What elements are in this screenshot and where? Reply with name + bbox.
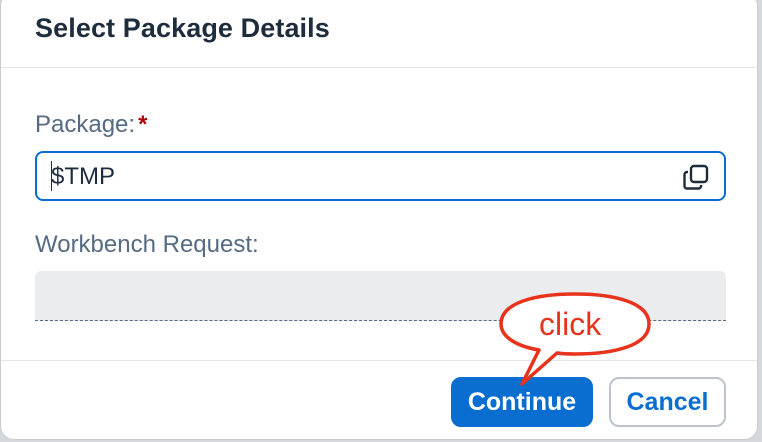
copy-icon[interactable] (682, 163, 710, 191)
package-label: Package: * (35, 111, 147, 139)
package-input-value: $TMP (51, 163, 116, 190)
package-label-text: Package: (35, 111, 136, 138)
cancel-button[interactable]: Cancel (609, 377, 726, 427)
dialog-title: Select Package Details (35, 13, 330, 43)
package-input[interactable]: $TMP (35, 151, 726, 201)
dialog-footer: Continue Cancel (1, 360, 757, 439)
workbench-request-input[interactable] (35, 271, 726, 321)
select-package-dialog: Select Package Details Package: * $TMP Wo… (0, 0, 758, 440)
click-callout-text: click (539, 306, 602, 342)
workbench-request-label: Workbench Request: (35, 231, 259, 258)
required-marker: * (138, 111, 148, 138)
dialog-header: Select Package Details (1, 1, 757, 68)
continue-button[interactable]: Continue (451, 377, 593, 427)
